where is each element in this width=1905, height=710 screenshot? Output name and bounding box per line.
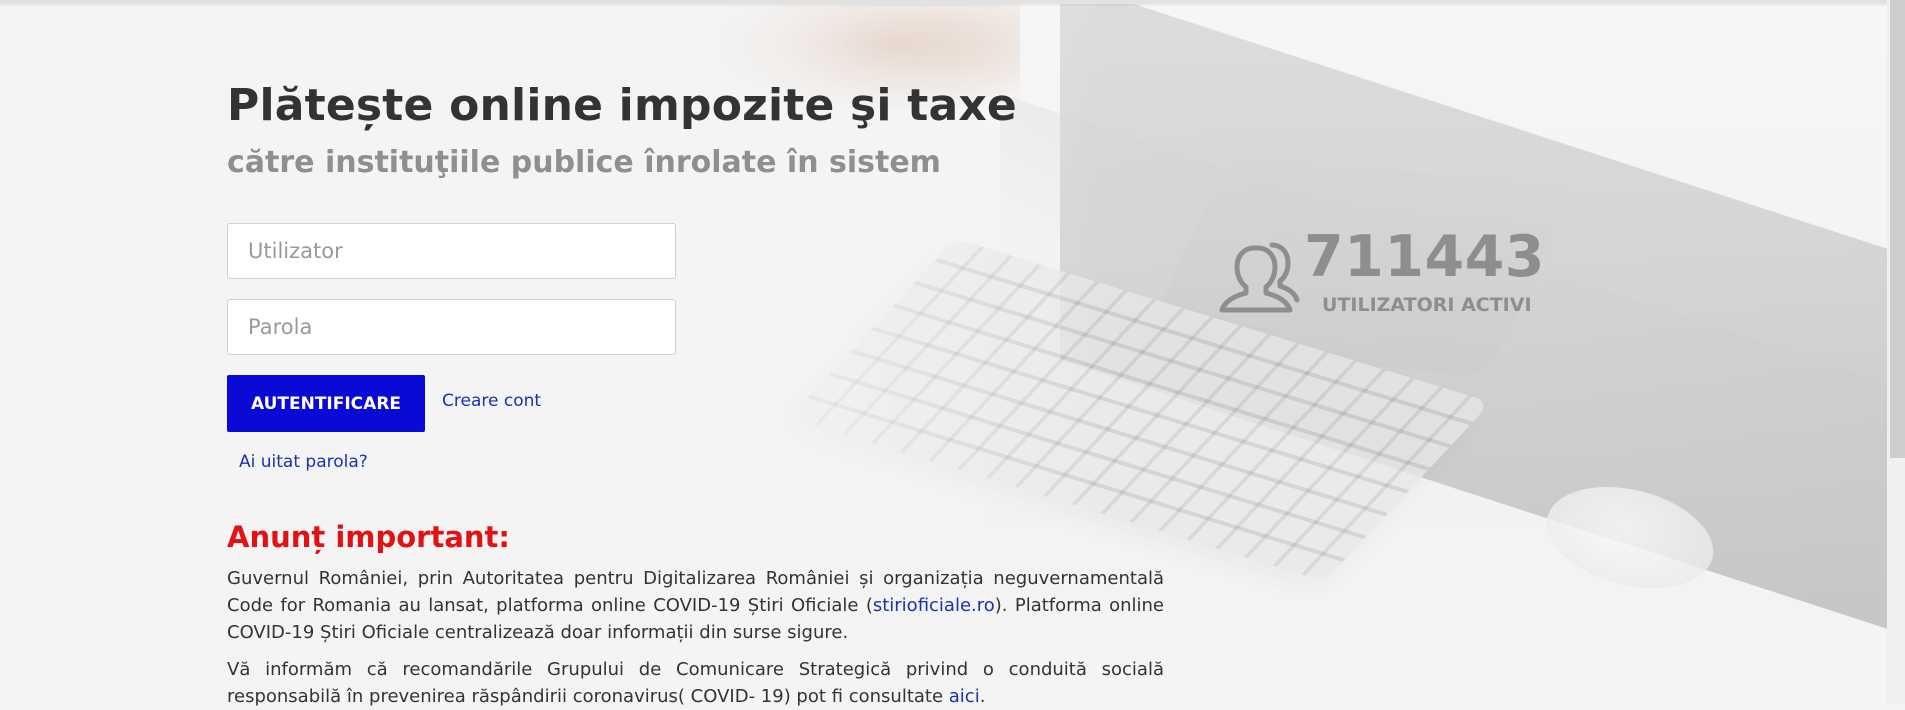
forgot-password-link[interactable]: Ai uitat parola? [239,452,368,472]
top-bar [0,0,1887,4]
active-users-label: UTILIZATORI ACTIVI [1322,294,1532,316]
password-input[interactable] [227,299,676,355]
active-users-stat: 711443 UTILIZATORI ACTIVI [1218,224,1544,322]
users-icon [1219,242,1300,313]
notice-paragraph-2: Vă informăm că recomandările Grupului de… [227,656,1164,710]
username-input[interactable] [227,223,676,279]
notice-title: Anunț important: [227,520,511,554]
notice-p2-text-before: Vă informăm că recomandările Grupului de… [227,659,1164,707]
active-users-count: 711443 [1304,224,1545,290]
create-account-link[interactable]: Creare cont [442,391,541,411]
notice-paragraph-1: Guvernul României, prin Autoritatea pent… [227,565,1164,646]
page-subtitle: către instituţiile publice înrolate în s… [227,145,941,180]
page-scrollbar-thumb[interactable] [1890,0,1905,458]
login-button[interactable]: AUTENTIFICARE [227,375,425,432]
page-title: Plătește online impozite şi taxe [227,80,1017,131]
stirioficiale-link[interactable]: stirioficiale.ro [873,595,995,616]
